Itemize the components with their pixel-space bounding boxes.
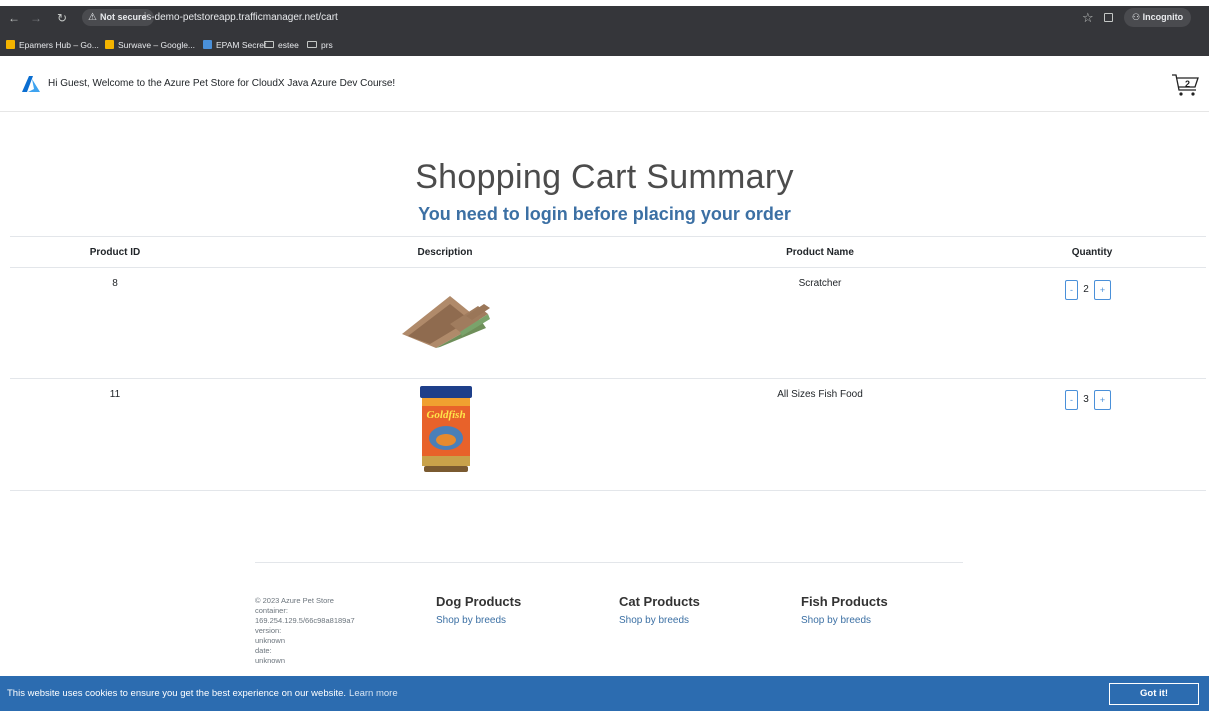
date-label: date: bbox=[255, 646, 272, 655]
date-value: unknown bbox=[255, 656, 286, 665]
quantity-value: 3 bbox=[1083, 394, 1089, 405]
product-id-cell: 11 bbox=[109, 389, 121, 400]
product-id-cell: 8 bbox=[112, 278, 118, 289]
footer-dog-products: Dog Products Shop by breeds bbox=[436, 594, 521, 628]
incognito-badge[interactable]: ⚇ Incognito bbox=[1124, 8, 1192, 27]
quantity-stepper: - 3 + bbox=[1065, 390, 1125, 410]
column-header-description: Description bbox=[417, 247, 473, 258]
table-header: Product ID Description Product Name Quan… bbox=[10, 236, 1206, 268]
azure-logo-icon[interactable] bbox=[22, 75, 40, 93]
footer-heading: Cat Products bbox=[619, 594, 700, 609]
fish-food-image: Goldfish bbox=[420, 386, 472, 472]
reload-icon[interactable]: ↻ bbox=[54, 10, 70, 26]
drive-icon bbox=[105, 40, 114, 49]
quantity-value: 2 bbox=[1083, 284, 1089, 295]
welcome-message: Hi Guest, Welcome to the Azure Pet Store… bbox=[48, 78, 396, 89]
bookmark-label: estee bbox=[278, 40, 299, 50]
footer-cat-products: Cat Products Shop by breeds bbox=[619, 594, 700, 628]
page-title: Shopping Cart Summary bbox=[415, 158, 794, 196]
epam-icon bbox=[203, 40, 212, 49]
bookmarks-bar: Epamers Hub – Go... Surwave – Google... … bbox=[0, 34, 1209, 56]
learn-more-link[interactable]: Learn more bbox=[349, 688, 398, 699]
address-bar[interactable]: is-demo-petstoreapp.trafficmanager.net/c… bbox=[144, 9, 338, 26]
security-label: Not secure bbox=[99, 12, 147, 22]
cookie-text: This website uses cookies to ensure you … bbox=[7, 688, 347, 699]
bookmark-label: prs bbox=[321, 40, 333, 50]
drive-icon bbox=[6, 40, 15, 49]
version-label: version: bbox=[255, 626, 282, 635]
container-value: 169.254.129.5/66c98a8189a7 bbox=[255, 616, 355, 625]
footer-heading: Fish Products bbox=[801, 594, 888, 609]
bookmark-label: Epamers Hub – Go... bbox=[19, 40, 99, 50]
bookmark-surwave[interactable]: Surwave – Google... bbox=[105, 37, 195, 53]
copyright-text: © 2023 Azure Pet Store bbox=[255, 596, 334, 605]
got-it-button[interactable]: Got it! bbox=[1109, 683, 1199, 705]
scratcher-image bbox=[402, 296, 490, 348]
cookie-message: This website uses cookies to ensure you … bbox=[7, 687, 398, 700]
folder-icon bbox=[307, 41, 317, 48]
security-chip[interactable]: ⚠ Not secure bbox=[82, 9, 154, 26]
column-header-quantity: Quantity bbox=[1071, 247, 1113, 258]
cart-count-badge[interactable]: 2 bbox=[1182, 78, 1193, 90]
footer-divider bbox=[255, 562, 963, 563]
table-row: 8 Scratcher - 2 + bbox=[10, 268, 1206, 379]
bookmark-label: EPAM Secret bbox=[216, 40, 267, 50]
svg-text:Goldfish: Goldfish bbox=[426, 409, 465, 421]
site-header: Hi Guest, Welcome to the Azure Pet Store… bbox=[0, 56, 1209, 112]
bookmark-epamers-hub[interactable]: Epamers Hub – Go... bbox=[6, 37, 99, 53]
incognito-label: Incognito bbox=[1142, 12, 1184, 22]
product-name-cell: All Sizes Fish Food bbox=[777, 389, 863, 400]
version-value: unknown bbox=[255, 636, 286, 645]
footer-info: © 2023 Azure Pet Store container: 169.25… bbox=[255, 596, 355, 666]
column-header-product-id: Product ID bbox=[89, 247, 141, 258]
bookmark-estee[interactable]: estee bbox=[264, 37, 299, 53]
browser-chrome: ← → ↻ ⚠ Not secure is-demo-petstoreapp.tr… bbox=[0, 6, 1209, 56]
cat-shop-by-breeds-link[interactable]: Shop by breeds bbox=[619, 614, 700, 628]
warning-icon: ⚠ bbox=[88, 12, 97, 23]
dog-shop-by-breeds-link[interactable]: Shop by breeds bbox=[436, 614, 521, 628]
increase-quantity-button[interactable]: + bbox=[1094, 280, 1111, 300]
incognito-icon: ⚇ bbox=[1132, 12, 1143, 22]
browser-toolbar: ← → ↻ ⚠ Not secure is-demo-petstoreapp.tr… bbox=[0, 6, 1209, 34]
container-label: container: bbox=[255, 606, 288, 615]
decrease-quantity-button[interactable]: - bbox=[1065, 390, 1078, 410]
side-panel-icon[interactable] bbox=[1104, 13, 1113, 22]
back-icon[interactable]: ← bbox=[6, 10, 22, 26]
increase-quantity-button[interactable]: + bbox=[1094, 390, 1111, 410]
bookmark-label: Surwave – Google... bbox=[118, 40, 196, 50]
folder-icon bbox=[264, 41, 274, 48]
footer-fish-products: Fish Products Shop by breeds bbox=[801, 594, 888, 628]
fish-shop-by-breeds-link[interactable]: Shop by breeds bbox=[801, 614, 888, 628]
forward-icon[interactable]: → bbox=[28, 10, 44, 26]
footer-heading: Dog Products bbox=[436, 594, 522, 609]
bookmark-prs[interactable]: prs bbox=[307, 37, 333, 53]
bookmark-star-icon[interactable]: ☆ bbox=[1082, 9, 1094, 26]
bookmark-epam-secret[interactable]: EPAM Secret bbox=[203, 37, 266, 53]
quantity-stepper: - 2 + bbox=[1065, 280, 1125, 300]
product-name-cell: Scratcher bbox=[798, 278, 842, 289]
login-required-message: You need to login before placing your or… bbox=[418, 204, 791, 224]
table-row: 11 Goldfish All Sizes Fish Food - 3 + bbox=[10, 379, 1206, 491]
column-header-product-name: Product Name bbox=[786, 247, 854, 258]
cookie-banner: This website uses cookies to ensure you … bbox=[0, 676, 1209, 711]
decrease-quantity-button[interactable]: - bbox=[1065, 280, 1078, 300]
